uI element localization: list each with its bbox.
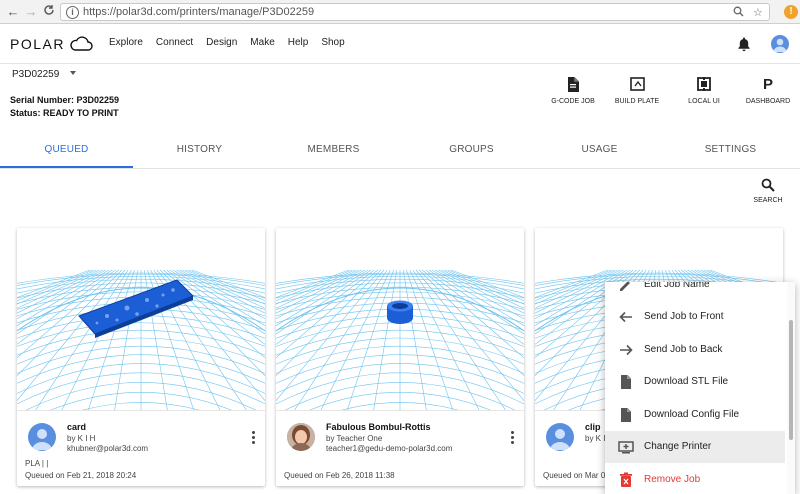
info-icon[interactable]: i [66,6,79,19]
tab-usage[interactable]: USAGE [533,144,666,155]
job-title[interactable]: card [67,422,86,432]
job-queued-date: Queued on Mar 0 [543,471,606,480]
dashboard-button[interactable]: P DASHBOARD [744,76,792,106]
file-icon [618,374,634,390]
menu-item-label: Change Printer [644,441,712,452]
tab-queued[interactable]: QUEUED [0,144,133,155]
extension-badge-icon[interactable]: ! [784,5,798,19]
job-title[interactable]: clip [585,422,601,432]
build-plate-label: BUILD PLATE [614,98,660,105]
menu-item-label: Send Job to Back [644,344,723,355]
tab-settings[interactable]: SETTINGS [664,144,797,155]
printer-select[interactable]: P3D02259 [12,69,59,80]
job-info: card by K I H khubner@polar3d.com PLA | … [17,410,265,486]
owner-avatar [287,423,315,451]
chevron-down-icon[interactable] [70,71,76,75]
job-queued-date: Queued on Feb 26, 2018 11:38 [284,471,395,480]
menu-item-download-config[interactable]: Download Config File [605,399,785,431]
main-menu: Explore Connect Design Make Help Shop [109,37,358,48]
url-text: https://polar3d.com/printers/manage/P3D0… [83,6,315,18]
menu-item-edit-job-name[interactable]: Edit Job Name [605,282,785,301]
build-plate-button[interactable]: BUILD PLATE [614,77,660,105]
file-icon [550,77,596,93]
star-icon[interactable]: ☆ [753,6,763,19]
pencil-icon [618,282,634,293]
menu-item-label: Send Job to Front [644,311,724,322]
ring-model [387,300,413,324]
menu-make[interactable]: Make [250,37,274,48]
local-ui-icon [684,77,724,93]
owner-avatar [546,423,574,451]
bell-icon[interactable] [737,36,751,57]
job-owner-email: teacher1@gedu-demo-polar3d.com [326,444,453,453]
reload-icon[interactable] [42,4,56,20]
menu-item-send-to-back[interactable]: Send Job to Back [605,334,785,366]
job-owner-email: khubner@polar3d.com [67,444,149,453]
menu-explore[interactable]: Explore [109,37,143,48]
gcode-job-button[interactable]: G-CODE JOB [550,77,596,105]
local-ui-label: LOCAL UI [688,98,720,105]
local-ui-button[interactable]: LOCAL UI [684,77,724,105]
menu-design[interactable]: Design [206,37,237,48]
menu-item-send-to-front[interactable]: Send Job to Front [605,301,785,333]
menu-shop[interactable]: Shop [321,37,344,48]
tab-history[interactable]: HISTORY [133,144,266,155]
search-label: SEARCH [753,197,783,204]
dashboard-icon: P [762,76,773,93]
printer-status: Status: READY TO PRINT [10,108,119,118]
magnifier-icon[interactable] [733,6,744,20]
browser-toolbar: ← → i https://polar3d.com/printers/manag… [0,0,800,24]
active-tab-indicator [0,166,133,168]
job-card[interactable]: Fabulous Bombul-Rottis by Teacher One te… [276,228,524,486]
job-queued-date: Queued on Feb 21, 2018 20:24 [25,471,137,480]
menu-item-download-stl[interactable]: Download STL File [605,366,785,398]
menu-item-change-printer[interactable]: Change Printer [605,431,785,463]
user-avatar[interactable] [771,35,789,53]
menu-item-label: Edit Job Name [644,282,710,290]
logo-text: POLAR [10,36,65,52]
menu-item-label: Remove Job [644,474,701,485]
gcode-job-label: G-CODE JOB [551,98,595,105]
tab-bar: QUEUED HISTORY MEMBERS GROUPS USAGE SETT… [0,131,800,169]
printer-swap-icon [618,439,634,455]
dashboard-label: DASHBOARD [745,98,791,105]
tab-members[interactable]: MEMBERS [267,144,400,155]
search-button[interactable]: SEARCH [753,178,783,204]
job-owner: by K I [585,434,606,443]
job-owner: by K I H [67,434,96,443]
cloud-icon [70,36,93,51]
job-card[interactable]: card by K I H khubner@polar3d.com PLA | … [17,228,265,486]
build-preview [17,228,265,410]
menu-help[interactable]: Help [288,37,309,48]
polar-logo[interactable]: POLAR [10,34,93,54]
menu-item-label: Download STL File [644,376,729,387]
job-title[interactable]: Fabulous Bombul-Rottis [326,422,431,432]
job-context-menu: Edit Job Name Send Job to Front Send Job… [605,282,795,494]
menu-item-remove-job[interactable]: Remove Job [605,464,785,494]
forward-button[interactable]: → [24,4,38,20]
card-model [78,279,194,338]
app-header: POLAR Explore Connect Design Make Help S… [0,24,800,64]
owner-avatar [28,423,56,451]
arrow-right-icon [618,342,634,358]
menu-scrollbar-thumb[interactable] [789,320,793,440]
search-icon [753,178,783,194]
back-button[interactable]: ← [6,4,20,20]
job-info: Fabulous Bombul-Rottis by Teacher One te… [276,410,524,486]
job-owner: by Teacher One [326,434,383,443]
trash-icon [618,472,634,488]
more-vert-icon[interactable] [510,431,516,445]
arrow-left-icon [618,309,634,325]
tab-groups[interactable]: GROUPS [400,144,543,155]
address-bar[interactable]: i https://polar3d.com/printers/manage/P3… [60,3,770,21]
menu-item-label: Download Config File [644,409,740,420]
build-plate-icon [614,77,660,93]
menu-connect[interactable]: Connect [156,37,193,48]
file-icon [618,407,634,423]
build-preview [276,228,524,410]
more-vert-icon[interactable] [251,431,257,445]
job-material: PLA | | [25,459,49,468]
serial-number: Serial Number: P3D02259 [10,95,120,105]
